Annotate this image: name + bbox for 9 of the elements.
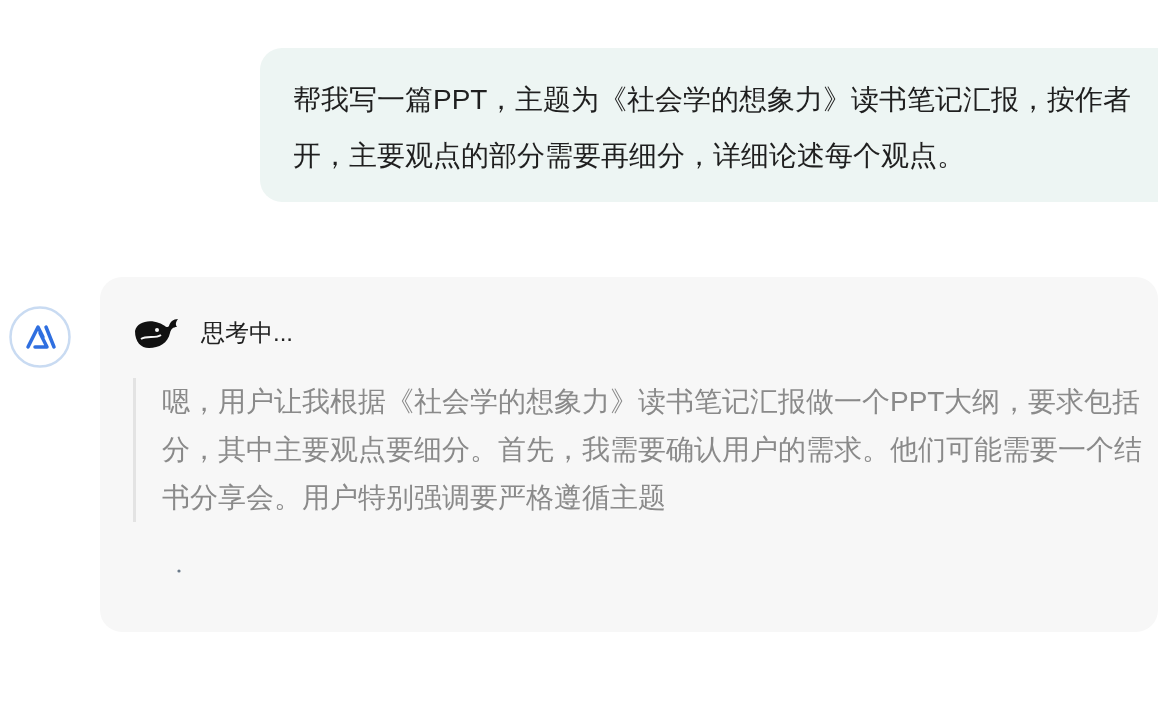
message-text-line: 帮我写一篇PPT，主题为《社会学的想象力》读书笔记汇报，按作者: [293, 83, 1132, 117]
thinking-status: 思考中...: [201, 318, 293, 348]
message-text-line: 开，主要观点的部分需要再细分，详细论述每个观点。: [293, 139, 965, 173]
thinking-text-line: 分，其中主要观点要细分。首先，我需要确认用户的需求。他们可能需要一个结: [162, 433, 1142, 467]
thinking-text-line: 嗯，用户让我根据《社会学的想象力》读书笔记汇报做一个PPT大纲，要求包括: [162, 385, 1141, 419]
assistant-avatar: [9, 306, 71, 368]
loading-dot-icon: [177, 569, 181, 573]
thinking-text-line: 书分享会。用户特别强调要严格遵循主题: [162, 481, 666, 515]
whale-icon: [133, 317, 179, 349]
